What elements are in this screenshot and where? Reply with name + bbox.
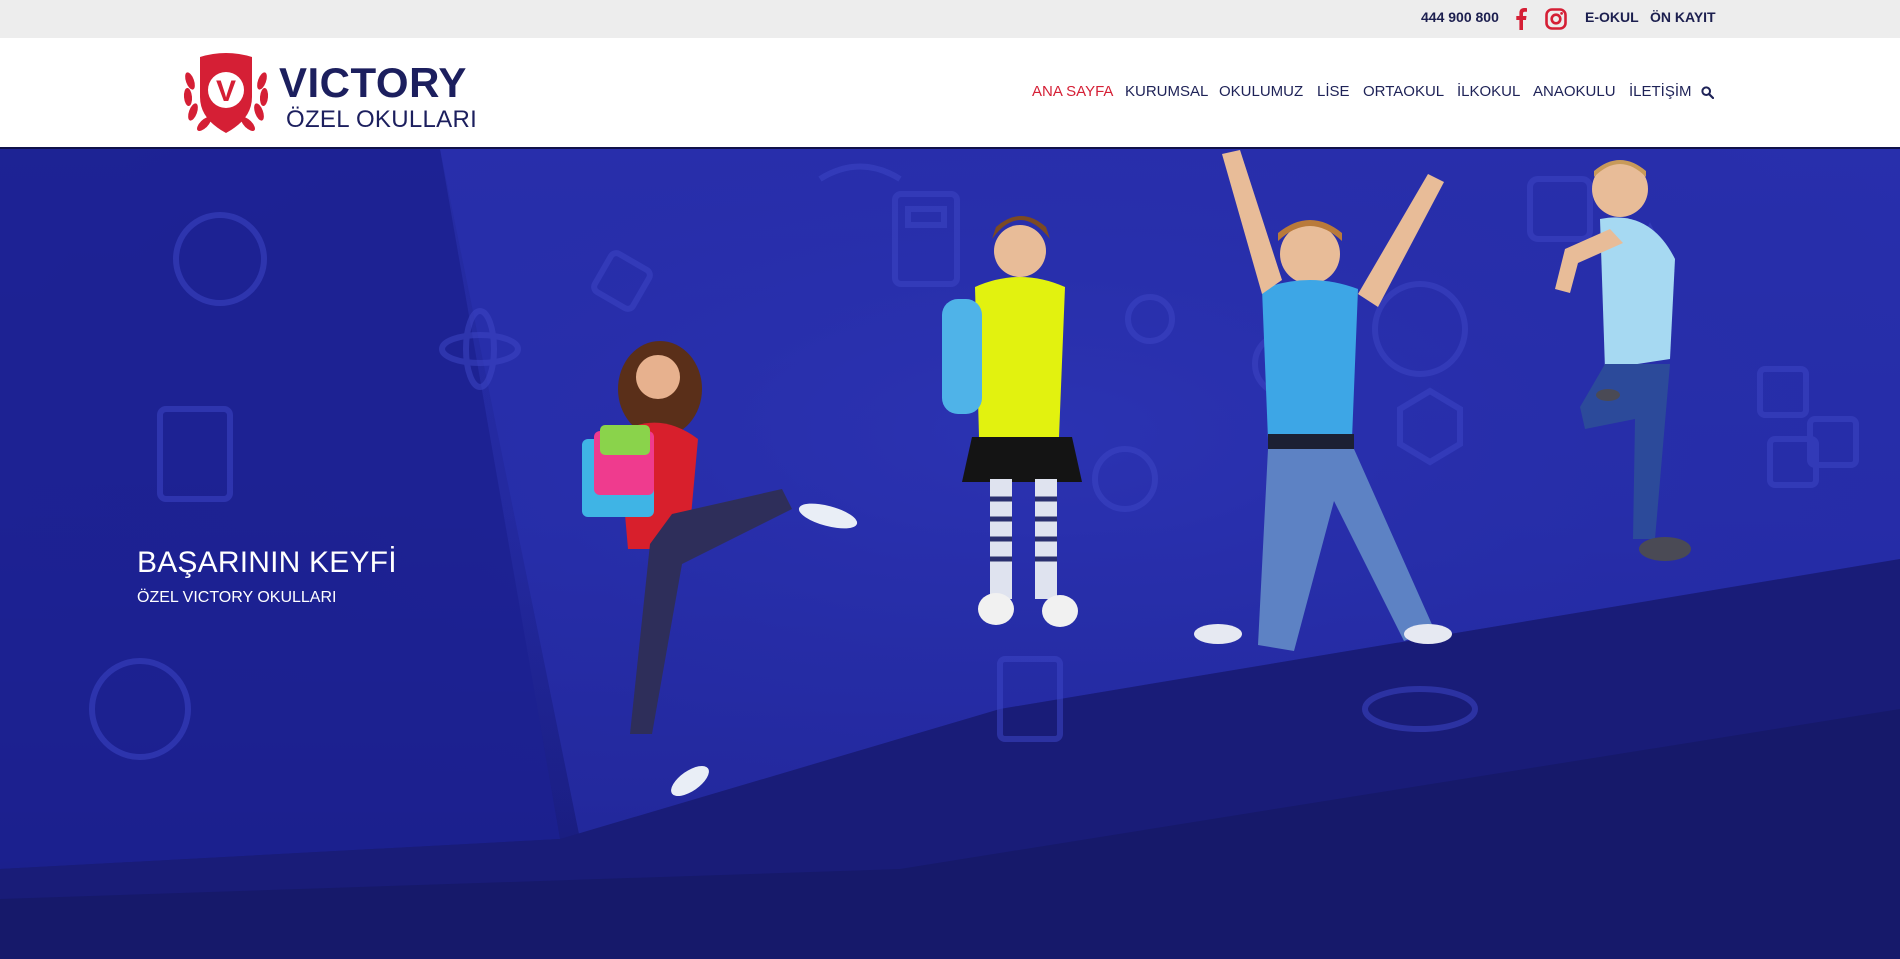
logo-subtitle: ÖZEL OKULLARI [286,106,478,133]
phone-number[interactable]: 444 900 800 [1421,9,1499,25]
hero-banner: BAŞARININ KEYFİ ÖZEL VICTORY OKULLARI [0,149,1900,959]
hero-subtitle: ÖZEL VICTORY OKULLARI [137,589,337,606]
nav-item-anaokulu[interactable]: ANAOKULU [1533,83,1616,100]
nav-item-ana-sayfa[interactable]: ANA SAYFA [1032,83,1113,100]
instagram-icon[interactable] [1545,8,1567,30]
hero-title: BAŞARININ KEYFİ [137,546,397,579]
nav-item-ortaokul[interactable]: ORTAOKUL [1363,83,1444,100]
facebook-icon[interactable] [1514,8,1528,30]
top-utility-bar: 444 900 800 E-OKUL ÖN KAYIT [0,0,1900,38]
nav-item-ilkokul[interactable]: İLKOKUL [1457,83,1520,100]
nav-item-kurumsal[interactable]: KURUMSAL [1125,83,1208,100]
nav-item-okulumuz[interactable]: OKULUMUZ [1219,83,1303,100]
e-okul-link[interactable]: E-OKUL [1585,9,1639,25]
nav-item-iletisim[interactable]: İLETİŞİM [1629,83,1692,100]
search-icon[interactable] [1701,86,1714,99]
site-header: V VICTORY ÖZEL OKULLARI ANA SAYFA KURUMS… [0,38,1900,149]
main-nav: ANA SAYFA KURUMSAL OKULUMUZ LİSE ORTAOKU… [0,83,1900,105]
nav-item-lise[interactable]: LİSE [1317,83,1350,100]
on-kayit-link[interactable]: ÖN KAYIT [1650,9,1716,25]
